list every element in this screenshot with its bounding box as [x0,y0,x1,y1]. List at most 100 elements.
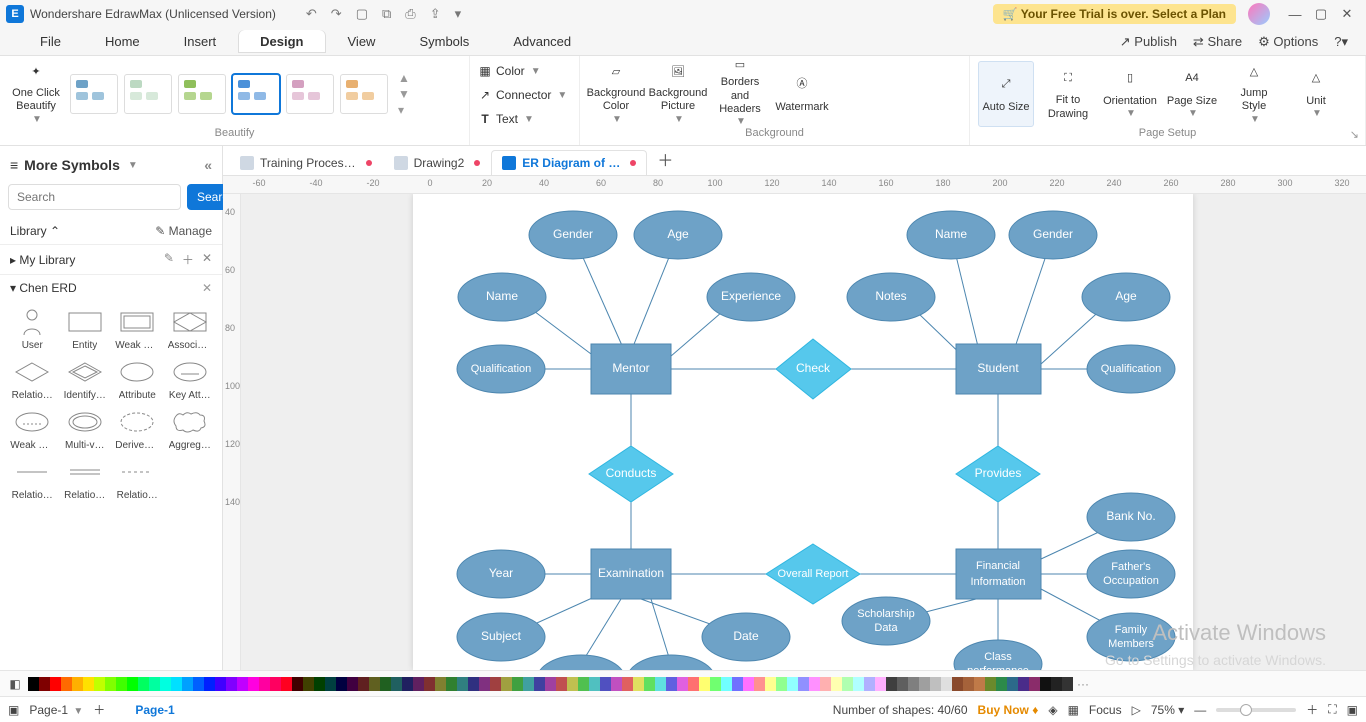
color-swatch[interactable] [622,677,633,691]
copy-icon[interactable]: ⧉ [382,6,391,22]
color-swatch[interactable] [226,677,237,691]
color-swatch[interactable] [952,677,963,691]
chen-erd-close-icon[interactable]: ✕ [202,281,212,295]
color-swatch[interactable] [875,677,886,691]
color-swatch[interactable] [413,677,424,691]
color-swatch[interactable] [809,677,820,691]
shape-aggregation[interactable]: Aggreg… [166,407,215,451]
color-swatch[interactable] [435,677,446,691]
watermark-button[interactable]: ⒶWatermark [774,61,830,127]
color-swatch[interactable] [963,677,974,691]
diagram-stage[interactable]: Gender Age Name Experience Qualification… [241,194,1366,670]
color-swatch[interactable] [149,677,160,691]
canvas[interactable]: 406080100120140 [223,194,1366,670]
color-swatch[interactable] [325,677,336,691]
color-swatch[interactable] [688,677,699,691]
color-swatch[interactable] [94,677,105,691]
color-swatch[interactable] [743,677,754,691]
rel-conducts[interactable]: Conducts [589,446,673,502]
options-button[interactable]: ⚙ Options [1258,34,1318,50]
color-swatch[interactable] [303,677,314,691]
tab-training-process[interactable]: Training Proces… [229,150,383,175]
page-size-button[interactable]: A4Page Size▼ [1164,61,1220,127]
color-swatch[interactable] [886,677,897,691]
color-swatch[interactable] [864,677,875,691]
attr-exam-extra2[interactable] [627,655,715,670]
fit-to-drawing-button[interactable]: ⛶Fit to Drawing [1040,61,1096,127]
zoom-in-button[interactable]: ＋ [1306,701,1318,718]
menu-home[interactable]: Home [83,30,162,53]
color-swatch[interactable] [138,677,149,691]
color-swatch[interactable] [72,677,83,691]
color-swatch[interactable] [160,677,171,691]
zoom-out-button[interactable]: — [1194,703,1206,717]
color-swatch[interactable] [677,677,688,691]
color-swatch[interactable] [1051,677,1062,691]
color-swatch[interactable] [105,677,116,691]
color-swatch[interactable] [237,677,248,691]
color-swatch[interactable] [182,677,193,691]
shape-relation-3[interactable]: Relatio… [113,457,162,501]
color-swatch[interactable] [83,677,94,691]
attr-exam-extra1[interactable] [537,655,625,670]
color-swatch[interactable] [259,677,270,691]
tab-drawing2[interactable]: Drawing2 [383,150,492,175]
page-setup-launcher-icon[interactable]: ↘ [1350,128,1359,141]
my-library-toggle[interactable]: ▸ My Library [10,253,75,267]
color-swatch[interactable] [424,677,435,691]
attr-experience-mentor[interactable]: Experience [707,273,795,321]
color-swatch[interactable] [116,677,127,691]
shape-multi-valued[interactable]: Multi-v… [61,407,110,451]
attr-qualification-student[interactable]: Qualification [1087,345,1175,393]
color-swatch[interactable] [919,677,930,691]
attr-age-student[interactable]: Age [1082,273,1170,321]
export-icon[interactable]: ⇪ [430,6,441,22]
zoom-slider[interactable] [1216,708,1296,712]
color-swatch[interactable] [798,677,809,691]
color-swatch[interactable] [193,677,204,691]
one-click-beautify-button[interactable]: ✦ One Click Beautify ▼ [8,61,64,127]
theme-thumb-3[interactable] [178,74,226,114]
color-swatch[interactable] [765,677,776,691]
publish-button[interactable]: ↗ Publish [1120,34,1177,50]
shape-entity[interactable]: Entity [61,307,110,351]
color-swatch[interactable] [842,677,853,691]
color-swatch[interactable] [776,677,787,691]
theme-thumb-2[interactable] [124,74,172,114]
pages-icon[interactable]: ▣ [8,703,19,717]
attr-gender-student[interactable]: Gender [1009,211,1097,259]
color-swatch[interactable] [699,677,710,691]
library-label[interactable]: Library ⌃ [10,224,60,238]
shape-relation-2[interactable]: Relatio… [61,457,110,501]
color-swatch[interactable] [479,677,490,691]
color-swatch[interactable] [380,677,391,691]
color-swatch[interactable] [611,677,622,691]
shape-identifying[interactable]: Identify… [61,357,110,401]
color-swatch[interactable] [655,677,666,691]
print-icon[interactable]: ⎙ [405,6,415,22]
share-button[interactable]: ⇄ Share [1193,34,1242,50]
attr-bank-no[interactable]: Bank No. [1087,493,1175,541]
color-swatch[interactable] [292,677,303,691]
color-swatch[interactable] [501,677,512,691]
color-swatch[interactable] [391,677,402,691]
attr-name-mentor[interactable]: Name [458,273,546,321]
color-swatch[interactable] [831,677,842,691]
color-swatch[interactable] [468,677,479,691]
color-swatch[interactable] [644,677,655,691]
color-swatch[interactable] [930,677,941,691]
shape-key-attribute[interactable]: Key Att… [166,357,215,401]
color-swatch[interactable] [897,677,908,691]
color-swatch[interactable] [820,677,831,691]
menu-advanced[interactable]: Advanced [491,30,593,53]
color-swatch[interactable] [358,677,369,691]
rel-provides[interactable]: Provides [956,446,1040,502]
color-swatch[interactable] [127,677,138,691]
color-swatch[interactable] [369,677,380,691]
shape-relation-1[interactable]: Relatio… [8,457,57,501]
entity-examination[interactable]: Examination [591,549,671,599]
rel-overall-report[interactable]: Overall Report [766,544,860,604]
color-swatch[interactable] [710,677,721,691]
entity-student[interactable]: Student [956,344,1041,394]
redo-icon[interactable]: ↷ [331,6,342,22]
